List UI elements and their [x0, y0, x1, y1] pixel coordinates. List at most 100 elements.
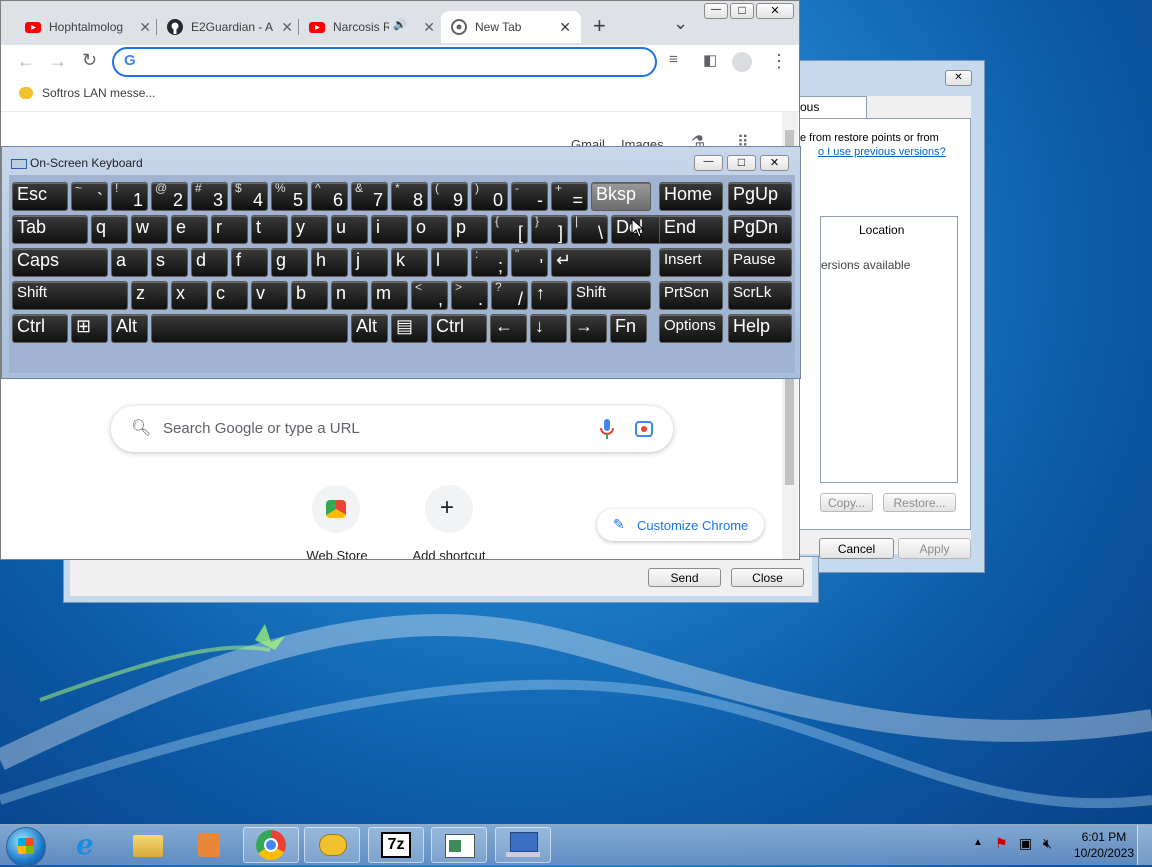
- volume-muted-icon[interactable]: 🔇︎: [1043, 835, 1052, 852]
- side-panel-icon[interactable]: ◧: [703, 51, 717, 69]
- key-space[interactable]: [151, 314, 348, 343]
- key-symbol[interactable]: <,: [411, 281, 448, 310]
- start-button[interactable]: [6, 827, 46, 867]
- column-header-location[interactable]: Location: [859, 223, 904, 237]
- key-symbol[interactable]: :;: [471, 248, 508, 277]
- key-symbol[interactable]: }]: [531, 215, 568, 244]
- reload-icon[interactable]: ↻: [82, 50, 97, 71]
- add-shortcut-button[interactable]: +: [425, 485, 473, 533]
- network-app-taskbar-button[interactable]: [495, 827, 551, 863]
- key-pgup[interactable]: PgUp: [728, 182, 792, 211]
- key-4[interactable]: $4: [231, 182, 268, 211]
- key-m[interactable]: m: [371, 281, 408, 310]
- key-symbol[interactable]: ▤: [391, 314, 428, 343]
- key-1[interactable]: ! 1: [111, 182, 148, 211]
- key-symbol[interactable]: ⊞: [71, 314, 108, 343]
- key-symbol[interactable]: ↵: [551, 248, 651, 277]
- address-input[interactable]: [146, 52, 645, 74]
- key-k[interactable]: k: [391, 248, 428, 277]
- bookmark-softros[interactable]: Softros LAN messe...: [19, 86, 155, 100]
- audio-playing-icon[interactable]: 🔊: [393, 18, 407, 31]
- key-symbol[interactable]: --: [511, 182, 548, 211]
- key-scrlk[interactable]: ScrLk: [728, 281, 792, 310]
- key-symbol[interactable]: ←: [490, 314, 527, 343]
- restore-button[interactable]: Restore...: [883, 493, 956, 512]
- key-h[interactable]: h: [311, 248, 348, 277]
- key-3[interactable]: #3: [191, 182, 228, 211]
- key-e[interactable]: e: [171, 215, 208, 244]
- key-n[interactable]: n: [331, 281, 368, 310]
- key-symbol[interactable]: ↓: [530, 314, 567, 343]
- key-0[interactable]: ) 0: [471, 182, 508, 211]
- key-p[interactable]: p: [451, 215, 488, 244]
- back-icon[interactable]: ←: [17, 51, 35, 72]
- close-icon[interactable]: ✕: [281, 19, 293, 36]
- 7zip-taskbar-button[interactable]: 7z: [368, 827, 424, 863]
- key-symbol[interactable]: {[: [491, 215, 528, 244]
- ntp-search-box[interactable]: 🔍︎ Search Google or type a URL: [111, 406, 673, 452]
- key-prtscn[interactable]: PrtScn: [659, 281, 723, 310]
- close-button[interactable]: Close: [731, 568, 804, 587]
- explorer-taskbar-button[interactable]: [121, 827, 177, 863]
- maximize-button[interactable]: □: [730, 3, 754, 19]
- media-control-icon[interactable]: ≡: [669, 51, 678, 68]
- key-symbol[interactable]: ~ `: [71, 182, 108, 211]
- key-u[interactable]: u: [331, 215, 368, 244]
- apply-button[interactable]: Apply: [898, 538, 971, 559]
- action-center-icon[interactable]: ⚑: [995, 835, 1008, 852]
- shortcut-web-store[interactable]: [312, 485, 360, 533]
- key-ctrl[interactable]: Ctrl: [431, 314, 487, 343]
- tab-previous-versions[interactable]: ous Versions: [797, 96, 867, 134]
- key-symbol[interactable]: + =: [551, 182, 588, 211]
- key-g[interactable]: g: [271, 248, 308, 277]
- close-icon[interactable]: ✕: [559, 19, 571, 36]
- menu-icon[interactable]: ⋮: [770, 51, 788, 72]
- key-esc[interactable]: Esc: [12, 182, 68, 211]
- tab-youtube-1[interactable]: Hophtalmolog ✕: [15, 11, 155, 43]
- key-r[interactable]: r: [211, 215, 248, 244]
- osk-minimize-button[interactable]: —: [694, 155, 723, 171]
- minimize-button[interactable]: —: [704, 3, 728, 19]
- key-options[interactable]: Options: [659, 314, 723, 343]
- key-end[interactable]: End: [659, 215, 723, 244]
- key-2[interactable]: @2: [151, 182, 188, 211]
- key-symbol[interactable]: " ': [511, 248, 548, 277]
- osk-maximize-button[interactable]: □: [727, 155, 756, 171]
- camera-lens-icon[interactable]: [634, 419, 654, 439]
- key-symbol[interactable]: →: [570, 314, 607, 343]
- key-home[interactable]: Home: [659, 182, 723, 211]
- clock[interactable]: 6:01 PM 10/20/2023: [1074, 829, 1134, 861]
- key-d[interactable]: d: [191, 248, 228, 277]
- copy-button[interactable]: Copy...: [820, 493, 873, 512]
- key-s[interactable]: s: [151, 248, 188, 277]
- tab-github[interactable]: E2Guardian - A ✕: [157, 11, 297, 43]
- network-icon[interactable]: ▣: [1019, 835, 1032, 852]
- tab-youtube-2[interactable]: Narcosis R 🔊 ✕: [299, 11, 439, 43]
- key-z[interactable]: z: [131, 281, 168, 310]
- tab-search-button[interactable]: ⌄: [673, 13, 688, 34]
- key-shift[interactable]: Shift: [12, 281, 128, 310]
- key-l[interactable]: l: [431, 248, 468, 277]
- close-window-button[interactable]: ✕: [756, 3, 794, 19]
- close-icon[interactable]: ✕: [423, 19, 435, 36]
- send-button[interactable]: Send: [648, 568, 721, 587]
- omnibox[interactable]: G: [112, 47, 657, 77]
- key-q[interactable]: q: [91, 215, 128, 244]
- key-symbol[interactable]: | \: [571, 215, 608, 244]
- key-bksp[interactable]: Bksp: [591, 182, 651, 211]
- dialog-close-button[interactable]: ✕: [945, 70, 972, 86]
- key-9[interactable]: (9: [431, 182, 468, 211]
- profile-icon[interactable]: [732, 52, 752, 72]
- cancel-button[interactable]: Cancel: [819, 538, 894, 559]
- key-insert[interactable]: Insert: [659, 248, 723, 277]
- key-w[interactable]: w: [131, 215, 168, 244]
- key-c[interactable]: c: [211, 281, 248, 310]
- key-v[interactable]: v: [251, 281, 288, 310]
- key-b[interactable]: b: [291, 281, 328, 310]
- media-player-taskbar-button[interactable]: [182, 827, 238, 863]
- key-i[interactable]: i: [371, 215, 408, 244]
- key-symbol[interactable]: >.: [451, 281, 488, 310]
- key-symbol[interactable]: ? /: [491, 281, 528, 310]
- new-tab-button[interactable]: +: [593, 13, 606, 39]
- key-a[interactable]: a: [111, 248, 148, 277]
